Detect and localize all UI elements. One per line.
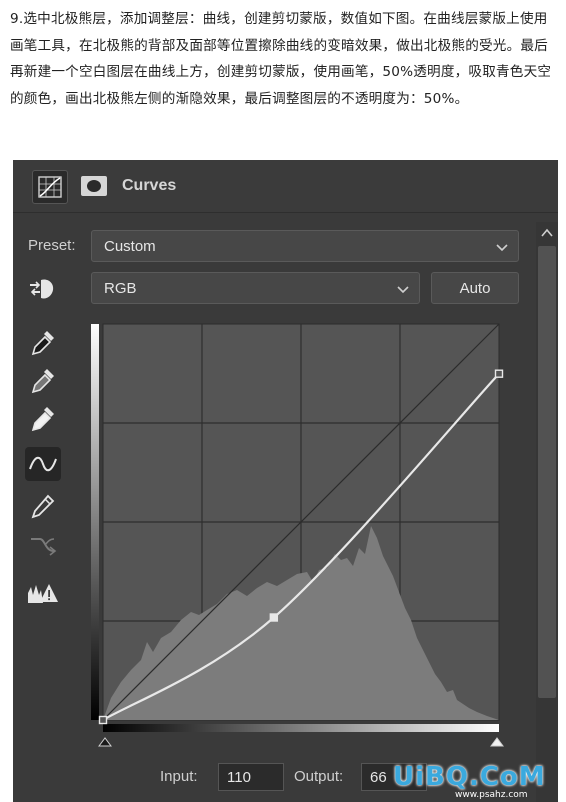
input-field[interactable]: 110 [218, 763, 284, 791]
white-point-eyedropper-icon[interactable] [25, 402, 61, 436]
output-label: Output: [294, 768, 344, 785]
input-label: Input: [160, 768, 198, 785]
watermark-logo: UiBQ.CoM www.psahz.com [393, 762, 546, 800]
curves-properties-panel: Curves Preset: Custom RGB Auto Input: 11… [13, 160, 558, 802]
scrollbar-thumb[interactable] [538, 246, 556, 698]
watermark-text: UiBQ.CoM [393, 762, 546, 792]
chevron-down-icon [496, 240, 508, 257]
curve-control-point[interactable] [98, 715, 108, 725]
input-gradient-bar [103, 724, 499, 732]
chevron-down-icon [397, 282, 409, 299]
curve-control-point[interactable] [494, 369, 504, 378]
clipping-warning-icon[interactable] [25, 576, 61, 610]
curves-icon[interactable] [32, 170, 68, 204]
scroll-up-icon[interactable] [539, 224, 555, 242]
channel-dropdown[interactable]: RGB [91, 272, 420, 304]
panel-title: Curves [122, 177, 177, 194]
panel-header: Curves [13, 160, 558, 213]
black-point-eyedropper-icon[interactable] [25, 326, 61, 360]
white-point-slider[interactable] [490, 737, 504, 747]
curve-control-point[interactable] [269, 613, 279, 622]
pencil-icon[interactable] [25, 490, 61, 524]
preset-dropdown[interactable]: Custom [91, 230, 519, 262]
watermark-url: www.psahz.com [455, 790, 528, 800]
intro-paragraph: 9.选中北极熊层，添加调整层：曲线，创建剪切蒙版，数值如下图。在曲线层蒙版上使用… [10, 11, 552, 107]
on-image-adjust-icon[interactable] [25, 272, 61, 306]
curve-point-tool-icon[interactable] [25, 447, 61, 481]
mask-icon[interactable] [77, 170, 111, 202]
gray-point-eyedropper-icon[interactable] [25, 364, 61, 398]
preset-label: Preset: [28, 237, 76, 254]
auto-button[interactable]: Auto [431, 272, 519, 304]
smooth-curve-icon[interactable] [25, 528, 61, 562]
output-gradient-bar [91, 324, 99, 720]
black-point-slider[interactable] [98, 737, 112, 747]
preset-value: Custom [104, 237, 156, 255]
channel-value: RGB [104, 279, 137, 297]
curves-graph[interactable] [91, 320, 521, 764]
